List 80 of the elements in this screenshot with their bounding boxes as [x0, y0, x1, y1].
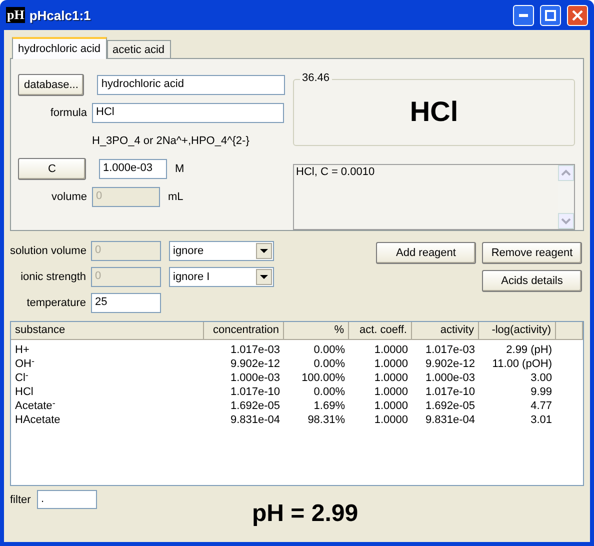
- table-cell-text: 100.00%: [300, 371, 346, 385]
- table-cell-text: 1.0000: [373, 371, 409, 385]
- c-button[interactable]: C: [18, 158, 86, 180]
- table-cell-text: 0.00%: [312, 357, 346, 371]
- setting-label: ionic strength: [20, 271, 86, 283]
- formula-field[interactable]: HCl: [92, 103, 284, 123]
- maximize-button[interactable]: [540, 4, 561, 26]
- table-cell-text: 1.692e-05: [424, 399, 476, 413]
- tab[interactable]: hydrochloric acid: [12, 37, 107, 59]
- table-cell-text: 2.99 (pH): [505, 343, 553, 357]
- table-cell-text: Cl$^{-}$: [14, 371, 30, 385]
- table-cell-text: 98.31%: [306, 413, 346, 427]
- table-cell-text: 9.99: [530, 385, 553, 399]
- table-cell-text: 9.831e-04: [424, 413, 476, 427]
- concentration-field[interactable]: 1.000e-03: [99, 159, 167, 179]
- volume-label: volume: [50, 191, 87, 203]
- tab[interactable]: acetic acid: [106, 40, 171, 58]
- table-cell-text: 1.017e-03: [424, 343, 476, 357]
- column-header[interactable]: -log(activity): [479, 322, 556, 340]
- table-cell-text: 4.77: [530, 399, 553, 413]
- table-cell-text: 1.692e-05: [229, 399, 281, 413]
- table-cell-text: 9.902e-12: [229, 357, 281, 371]
- table-cell-text: 0.00%: [312, 385, 346, 399]
- table-cell-text: 1.0000: [373, 399, 409, 413]
- close-icon: [572, 10, 583, 20]
- table-cell-text: 1.0000: [373, 357, 409, 371]
- table-cell-text: 1.0000: [373, 343, 409, 357]
- table-cell-text: 1.000e-03: [229, 371, 281, 385]
- remove-reagent-button[interactable]: Remove reagent: [482, 242, 582, 264]
- add-reagent-button[interactable]: Add reagent: [376, 242, 476, 264]
- database-button[interactable]: database...: [18, 74, 84, 96]
- table-cell-text: H+: [14, 343, 30, 357]
- table-cell-text: 0.00%: [312, 343, 346, 357]
- acids-details-button[interactable]: Acids details: [482, 270, 582, 292]
- table-cell-text: 9.831e-04: [229, 413, 281, 427]
- table-cell-text: 1.000e-03: [424, 371, 476, 385]
- filter-field[interactable]: .: [37, 490, 97, 509]
- table-cell-text: 1.017e-10: [229, 385, 281, 399]
- table-cell-text: HAcetate: [14, 413, 62, 427]
- minimize-button[interactable]: [513, 4, 534, 26]
- table-cell-text: 9.902e-12: [424, 357, 476, 371]
- table-cell-text: 1.69%: [312, 399, 346, 413]
- column-header[interactable]: %: [284, 322, 349, 340]
- column-header[interactable]: concentration: [204, 322, 284, 340]
- table-cell-text: 1.017e-03: [229, 343, 281, 357]
- filter-label: filter: [10, 494, 32, 506]
- table-cell-text: 1.0000: [373, 385, 409, 399]
- dropdown-arrow-icon: [260, 249, 268, 253]
- setting-label: solution volume: [10, 245, 86, 257]
- molar-mass: 36.46: [300, 72, 332, 84]
- table-cell-text: HCl: [14, 385, 34, 399]
- column-header[interactable]: substance: [11, 322, 204, 340]
- table-cell-text: 3.01: [530, 413, 553, 427]
- table-cell-text: OH$^{-}$: [14, 357, 36, 371]
- table-cell-text: 1.017e-10: [424, 385, 476, 399]
- table-cell-text: Acetate$^{-}$: [14, 399, 56, 413]
- dropdown[interactable]: ignore: [169, 241, 274, 261]
- formula-display: HCl: [410, 96, 458, 128]
- table-cell-text: 3.00: [530, 371, 553, 385]
- column-header[interactable]: act. coeff.: [349, 322, 412, 340]
- dropdown-arrow-icon: [260, 275, 268, 279]
- formula-label: formula: [49, 107, 87, 119]
- table-cell-text: 1.0000: [373, 413, 409, 427]
- unit-label: mL: [168, 191, 184, 203]
- name-field[interactable]: hydrochloric acid: [97, 75, 285, 95]
- summary-text: HCl, C = 0.0010: [295, 164, 376, 180]
- column-header[interactable]: activity: [412, 322, 479, 340]
- table-cell-text: 11.00 (pOH): [491, 357, 553, 371]
- minimize-icon: [519, 14, 528, 16]
- window-title: pHcalc1:1: [29, 8, 92, 22]
- close-button[interactable]: [567, 4, 588, 26]
- unit-label: M: [175, 163, 184, 175]
- dropdown[interactable]: ignore I: [169, 267, 274, 287]
- app-icon: pH: [6, 7, 26, 23]
- setting-label: temperature: [26, 297, 86, 309]
- setting-field[interactable]: 25: [91, 293, 161, 313]
- ph-result: pH = 2.99: [252, 500, 358, 528]
- header-filler: [556, 322, 583, 340]
- maximize-icon: [545, 10, 556, 20]
- formula-hint: H_3PO_4 or 2Na^+,HPO_4^{2-}: [92, 135, 250, 147]
